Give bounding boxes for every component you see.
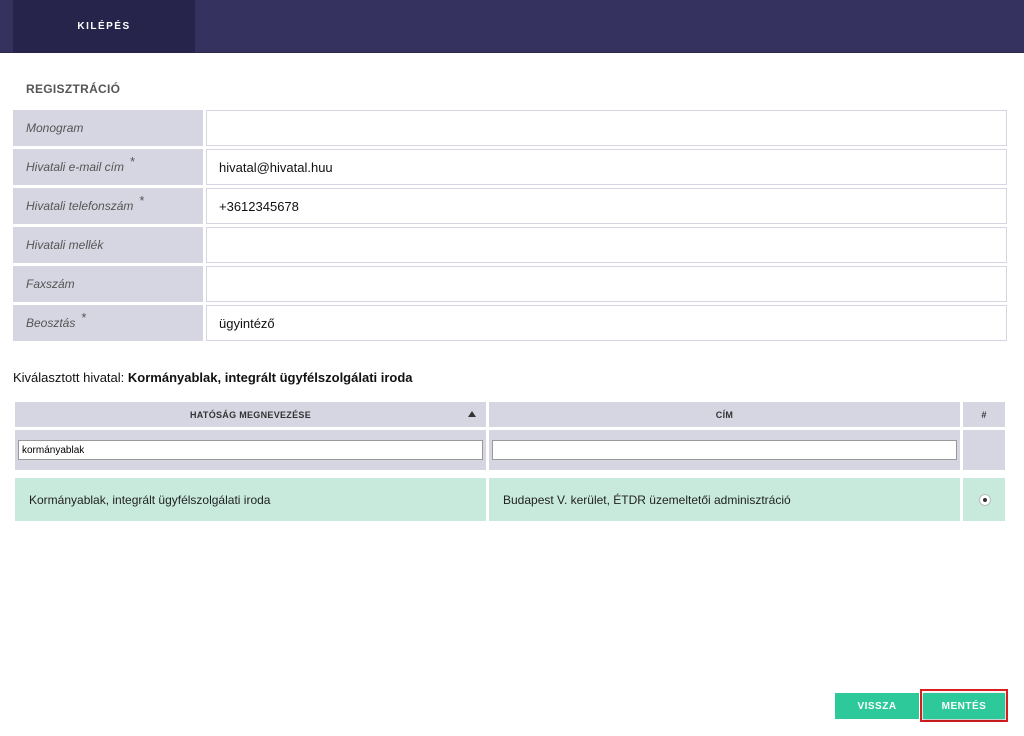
fax-label: Faxszám [13,266,203,302]
column-header-address-text: CÍM [715,409,734,420]
address-filter-input[interactable] [492,440,957,460]
form-row-monogram: Monogram [13,110,1007,146]
logout-button[interactable]: KILÉPÉS [13,0,195,53]
monogram-field[interactable] [206,110,1007,146]
table-row-select[interactable] [963,478,1005,521]
fax-label-text: Faxszám [26,277,75,291]
selected-office: Kiválasztott hivatal: Kormányablak, inte… [13,370,413,385]
top-bar: KILÉPÉS [0,0,1024,53]
selected-office-prefix: Kiválasztott hivatal: [13,370,125,385]
form-row-fax: Faxszám [13,266,1007,302]
back-button[interactable]: VISSZA [835,693,919,719]
monogram-label: Monogram [13,110,203,146]
filter-cell-select [963,430,1005,470]
column-header-select: # [963,402,1005,427]
required-marker: * [130,153,136,169]
sort-ascending-icon[interactable] [468,411,476,417]
position-field[interactable] [206,305,1007,341]
phone-field[interactable] [206,188,1007,224]
form-row-position: Beosztás * [13,305,1007,341]
form-row-extension: Hivatali mellék [13,227,1007,263]
position-label-text: Beosztás [26,316,76,330]
monogram-label-text: Monogram [26,121,84,135]
phone-label-text: Hivatali telefonszám [26,199,134,213]
column-header-select-text: # [981,409,987,420]
table-row-address[interactable]: Budapest V. kerület, ÉTDR üzemeltetői ad… [489,478,960,521]
extension-label-text: Hivatali mellék [26,238,104,252]
required-marker: * [139,192,145,208]
column-header-address[interactable]: CÍM [489,402,960,427]
save-button[interactable]: MENTÉS [923,693,1005,719]
extension-field[interactable] [206,227,1007,263]
table-row-name[interactable]: Kormányablak, integrált ügyfélszolgálati… [15,478,486,521]
phone-label: Hivatali telefonszám * [13,188,203,224]
form-row-email: Hivatali e-mail cím * [13,149,1007,185]
email-label: Hivatali e-mail cím * [13,149,203,185]
required-marker: * [81,309,87,325]
radio-selected-icon[interactable] [979,494,991,506]
position-label: Beosztás * [13,305,203,341]
selected-office-name: Kormányablak, integrált ügyfélszolgálati… [127,370,413,385]
filter-cell-address [489,430,960,470]
page-title: REGISZTRÁCIÓ [26,82,121,96]
extension-label: Hivatali mellék [13,227,203,263]
fax-field[interactable] [206,266,1007,302]
filter-cell-name [15,430,486,470]
email-label-text: Hivatali e-mail cím [26,160,125,174]
registration-form: Monogram Hivatali e-mail cím * Hivatali t… [13,110,1007,344]
form-row-phone: Hivatali telefonszám * [13,188,1007,224]
email-field[interactable] [206,149,1007,185]
column-header-name-text: HATÓSÁG MEGNEVEZÉSE [189,409,312,420]
column-header-name[interactable]: HATÓSÁG MEGNEVEZÉSE [15,402,486,427]
name-filter-input[interactable] [18,440,483,460]
